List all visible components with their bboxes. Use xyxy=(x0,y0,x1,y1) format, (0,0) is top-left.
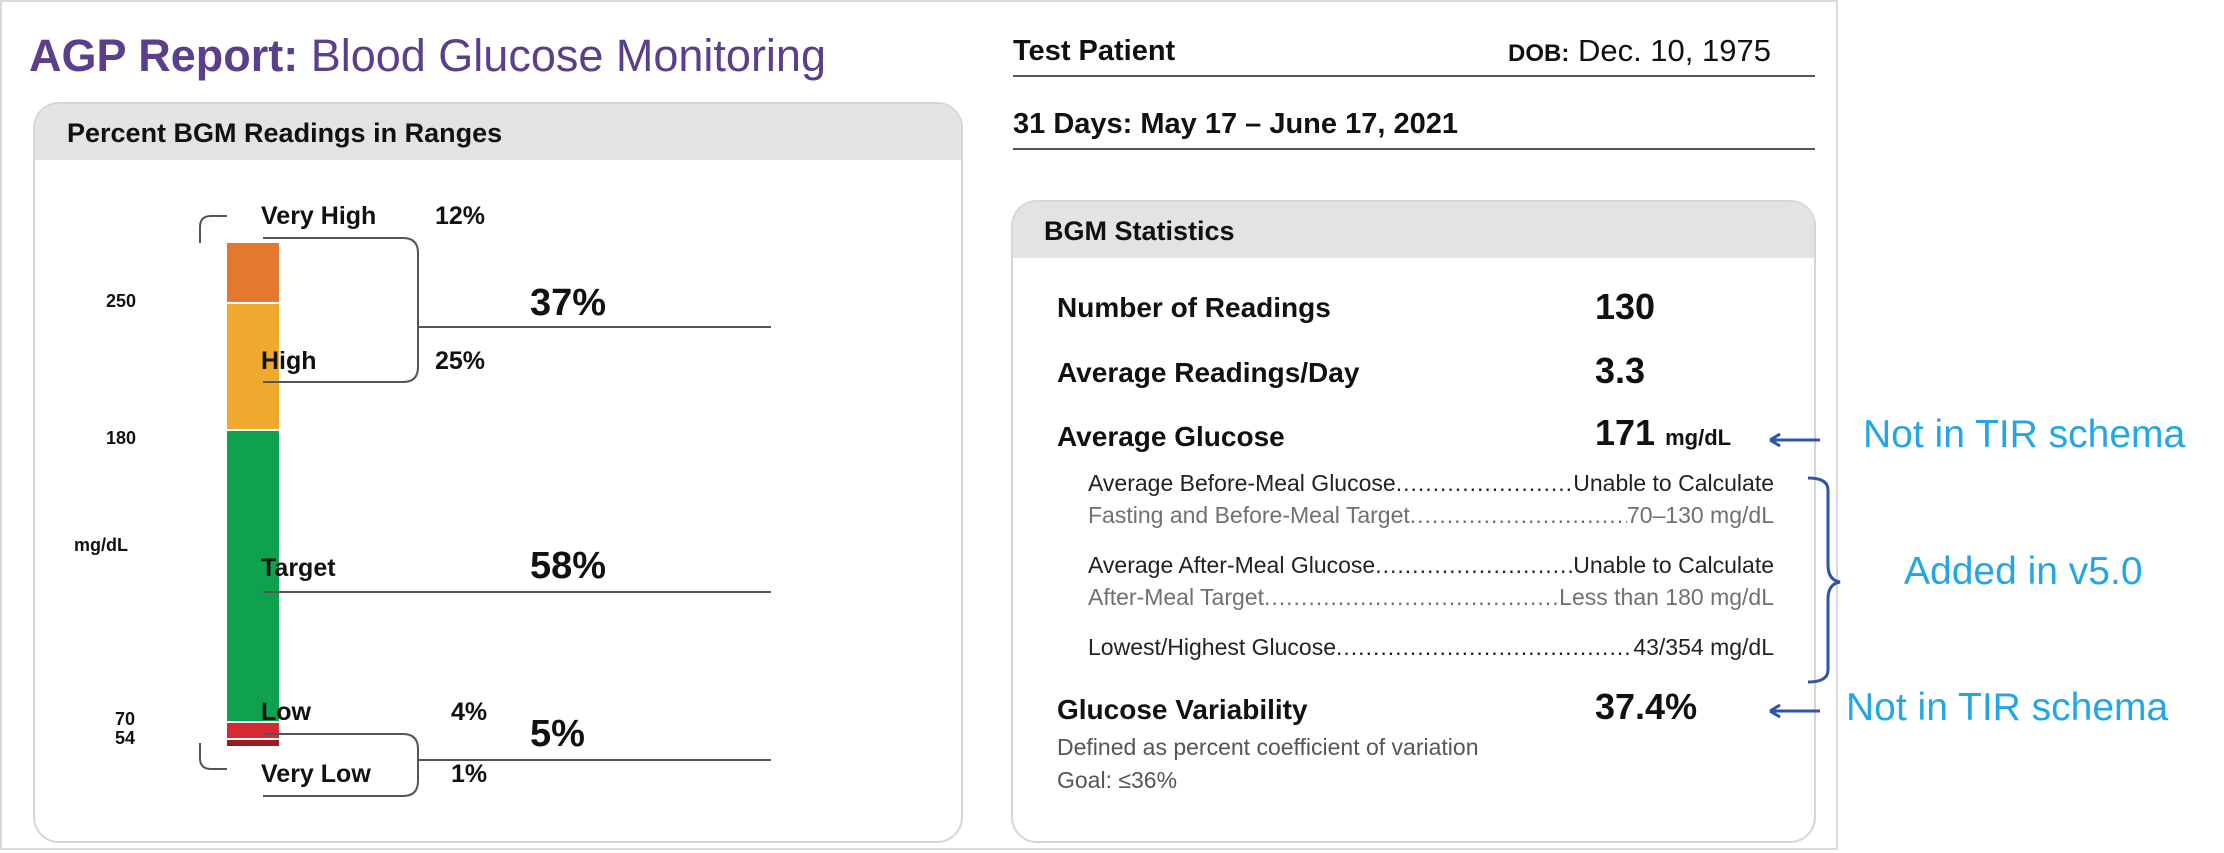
detail-lowest-highest: Lowest/Highest Glucose43/354 mg/dL xyxy=(1088,634,1774,661)
stat-label-variability: Glucose Variability xyxy=(1057,694,1308,725)
range-percent-low: 4% xyxy=(451,698,488,726)
range-total-high: 37% xyxy=(530,282,607,324)
variability-goal: Goal: ≤36% xyxy=(1057,767,1178,793)
range-percent-high: 25% xyxy=(435,347,486,375)
detail-label: After-Meal Target xyxy=(1088,584,1264,610)
report-title: AGP Report: Blood Glucose Monitoring xyxy=(29,30,826,82)
range-total-low: 5% xyxy=(530,713,585,755)
avg-glucose-unit: mg/dL xyxy=(1665,425,1732,450)
stat-value-readings-per-day: 3.3 xyxy=(1595,350,1646,391)
ranges-chart: 250 180 mg/dL 70 54 Very High 12% High 2… xyxy=(33,102,963,843)
annotation-added-v5: Added in v5.0 xyxy=(1904,550,2143,593)
range-percent-very-high: 12% xyxy=(435,202,486,230)
report-period: 31 Days: May 17 – June 17, 2021 xyxy=(1013,108,1458,140)
detail-label: Fasting and Before-Meal Target xyxy=(1088,502,1410,528)
stat-value-variability: 37.4% xyxy=(1595,686,1698,727)
report-title-bold: AGP Report: xyxy=(29,30,299,81)
detail-after-meal-target: After-Meal TargetLess than 180 mg/dL xyxy=(1088,584,1774,611)
range-percent-very-low: 1% xyxy=(451,760,488,788)
patient-divider xyxy=(1013,75,1815,77)
detail-label: Average Before-Meal Glucose xyxy=(1088,470,1396,496)
range-label-high: High xyxy=(261,347,317,375)
patient-name: Test Patient xyxy=(1013,35,1176,67)
stat-label-avg-glucose: Average Glucose xyxy=(1057,421,1285,452)
stat-value-avg-glucose: 171 mg/dL xyxy=(1595,412,1731,454)
stat-value-readings: 130 xyxy=(1595,286,1656,327)
range-label-target: Target xyxy=(261,554,336,582)
detail-before-meal-target: Fasting and Before-Meal Target70–130 mg/… xyxy=(1088,502,1774,529)
variability-description: Defined as percent coefficient of variat… xyxy=(1057,734,1479,760)
detail-label: Average After-Meal Glucose xyxy=(1088,552,1376,578)
avg-glucose-number: 171 xyxy=(1595,412,1656,453)
annotation-marks xyxy=(1769,432,1841,719)
report-title-rest: Blood Glucose Monitoring xyxy=(310,30,826,81)
dob-label: DOB: xyxy=(1508,40,1570,67)
range-label-very-high: Very High xyxy=(261,202,377,230)
patient-dob: DOB: Dec. 10, 1975 xyxy=(1508,33,1771,69)
range-label-very-low: Very Low xyxy=(261,760,371,788)
annotation-variability: Not in TIR schema xyxy=(1846,686,2169,729)
range-percent-target: 58% xyxy=(530,545,607,587)
range-label-low: Low xyxy=(261,698,311,726)
stats-panel-header: BGM Statistics xyxy=(1013,202,1814,258)
detail-label: Lowest/Highest Glucose xyxy=(1088,634,1337,660)
annotation-avg-glucose: Not in TIR schema xyxy=(1863,413,2186,456)
detail-avg-after-meal: Average After-Meal GlucoseUnable to Calc… xyxy=(1088,552,1774,579)
range-connectors xyxy=(199,215,771,797)
stat-label-readings: Number of Readings xyxy=(1057,292,1331,323)
period-divider xyxy=(1013,148,1815,150)
detail-avg-before-meal: Average Before-Meal GlucoseUnable to Cal… xyxy=(1088,470,1774,497)
stat-label-readings-per-day: Average Readings/Day xyxy=(1057,357,1360,388)
dob-value: Dec. 10, 1975 xyxy=(1577,33,1771,68)
